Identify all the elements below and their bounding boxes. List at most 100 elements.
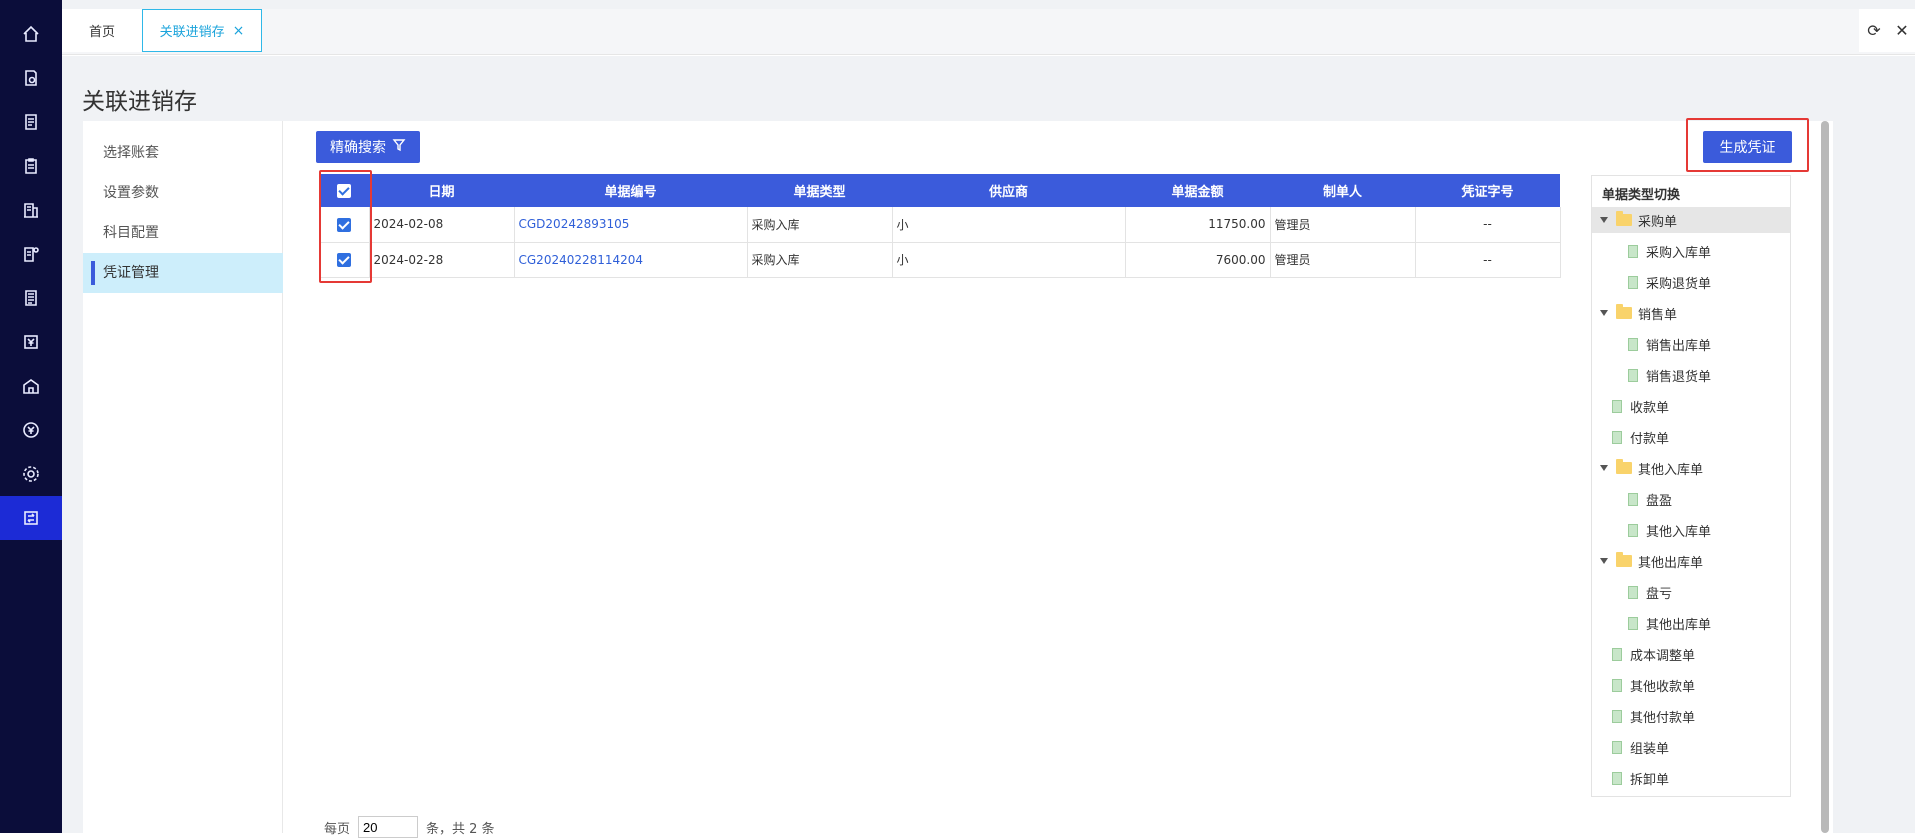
tree-node-label: 拆卸单 <box>1630 772 1670 788</box>
page-size-input[interactable] <box>358 816 419 838</box>
document-icon <box>1628 244 1638 258</box>
subnav-item-subject-config[interactable]: 科目配置 <box>83 213 283 253</box>
tree-node[interactable]: 收款单 <box>1592 393 1790 419</box>
scrollbar[interactable] <box>1821 121 1829 833</box>
expand-arrow-icon[interactable] <box>1600 558 1608 564</box>
tree-node[interactable]: 采购入库单 <box>1592 238 1790 264</box>
money-circle-icon[interactable] <box>0 408 62 452</box>
tree-node[interactable]: 其他收款单 <box>1592 672 1790 698</box>
cell-doc-no-link[interactable]: CGD20242893105 <box>514 207 748 243</box>
report-icon[interactable] <box>0 276 62 320</box>
cell-amount: 11750.00 <box>1125 207 1271 243</box>
document-icon <box>1612 647 1622 661</box>
tree-node-label: 销售单 <box>1638 307 1678 323</box>
document-search-icon[interactable] <box>0 56 62 100</box>
tree-node-label: 销售出库单 <box>1646 338 1712 354</box>
highlight-checkbox-box <box>319 170 372 283</box>
tree-node[interactable]: 付款单 <box>1592 424 1790 450</box>
close-icon[interactable]: × <box>233 23 245 39</box>
building-icon[interactable] <box>0 188 62 232</box>
tree-node[interactable]: 其他入库单 <box>1592 455 1790 481</box>
tree-node-label: 采购入库单 <box>1646 245 1712 261</box>
folder-icon <box>1616 211 1632 226</box>
tree-node[interactable]: 采购退货单 <box>1592 269 1790 295</box>
tree-node[interactable]: 成本调整单 <box>1592 641 1790 667</box>
table-row[interactable]: 2024-02-08 CGD20242893105 采购入库 小 11750.0… <box>319 207 1561 243</box>
tree-node[interactable]: 其他付款单 <box>1592 703 1790 729</box>
tree-node[interactable]: 盘盈 <box>1592 486 1790 512</box>
cell-maker: 管理员 <box>1270 242 1416 278</box>
tree-node[interactable]: 其他出库单 <box>1592 548 1790 574</box>
tree-node[interactable]: 采购单 <box>1592 207 1790 233</box>
cell-doc-type: 采购入库 <box>747 207 893 243</box>
col-doc-no: 单据编号 <box>514 174 747 207</box>
clipboard-icon[interactable] <box>0 144 62 188</box>
col-voucher-no: 凭证字号 <box>1415 174 1560 207</box>
subnav-item-settings[interactable]: 设置参数 <box>83 173 283 213</box>
cell-maker: 管理员 <box>1270 207 1416 243</box>
home-icon[interactable] <box>0 12 62 56</box>
cell-voucher-no: -- <box>1415 242 1561 278</box>
tree-node[interactable]: 拆卸单 <box>1592 765 1790 791</box>
document-icon <box>1612 399 1622 413</box>
yuan-icon[interactable] <box>0 320 62 364</box>
app-sidebar <box>0 0 62 833</box>
tree-node-label: 盘亏 <box>1646 586 1673 602</box>
transfer-icon[interactable] <box>0 496 62 540</box>
cell-doc-no-link[interactable]: CG20240228114204 <box>514 242 748 278</box>
document-icon <box>1628 368 1638 382</box>
pager-suffix: 条，共 2 条 <box>426 821 495 837</box>
tree-node[interactable]: 组装单 <box>1592 734 1790 760</box>
tree-node-label: 销售退货单 <box>1646 369 1712 385</box>
list-icon[interactable] <box>0 100 62 144</box>
refresh-icon[interactable]: ⟳ <box>1859 9 1889 52</box>
tree-node[interactable]: 销售出库单 <box>1592 331 1790 357</box>
document-icon <box>1612 430 1622 444</box>
cell-supplier: 小 <box>892 207 1126 243</box>
tree-node-label: 其他出库单 <box>1638 555 1704 571</box>
cell-date: 2024-02-08 <box>369 207 515 243</box>
tree-node-label: 采购退货单 <box>1646 276 1712 292</box>
warehouse-icon[interactable] <box>0 364 62 408</box>
tree-node[interactable]: 其他出库单 <box>1592 610 1790 636</box>
expand-arrow-icon[interactable] <box>1600 217 1608 223</box>
precise-search-label: 精确搜索 <box>330 140 386 156</box>
tree-title: 单据类型切换 <box>1602 188 1681 203</box>
expand-arrow-icon[interactable] <box>1600 465 1608 471</box>
col-date: 日期 <box>369 174 514 207</box>
tree-node-label: 收款单 <box>1630 400 1670 416</box>
sub-navigation: 选择账套 设置参数 科目配置 凭证管理 <box>83 121 283 833</box>
tree-node-label: 组装单 <box>1630 741 1670 757</box>
tree-node-label: 其他收款单 <box>1630 679 1696 695</box>
tree-node-label: 其他入库单 <box>1646 524 1712 540</box>
subnav-item-voucher-management[interactable]: 凭证管理 <box>83 253 283 293</box>
voucher-table: 日期 单据编号 单据类型 供应商 单据金额 制单人 凭证字号 2024-02-0… <box>319 174 1561 278</box>
document-icon <box>1628 492 1638 506</box>
subnav-item-select-account[interactable]: 选择账套 <box>83 133 283 173</box>
tab-linked-inventory[interactable]: 关联进销存 × <box>142 9 262 52</box>
document-icon <box>1612 771 1622 785</box>
tree-node[interactable]: 销售退货单 <box>1592 362 1790 388</box>
page-title: 关联进销存 <box>82 89 197 115</box>
close-window-icon[interactable]: ✕ <box>1889 9 1915 52</box>
table-row[interactable]: 2024-02-28 CG20240228114204 采购入库 小 7600.… <box>319 242 1561 278</box>
settings-icon[interactable] <box>0 452 62 496</box>
document-icon <box>1612 709 1622 723</box>
tree-node-label: 采购单 <box>1638 214 1678 230</box>
col-doc-type: 单据类型 <box>747 174 892 207</box>
tree-node-label: 成本调整单 <box>1630 648 1696 664</box>
document-edit-icon[interactable] <box>0 232 62 276</box>
expand-arrow-icon[interactable] <box>1600 310 1608 316</box>
folder-icon <box>1616 304 1632 319</box>
document-icon <box>1612 740 1622 754</box>
precise-search-button[interactable]: 精确搜索 <box>316 131 420 163</box>
tab-home-label: 首页 <box>88 25 115 40</box>
document-icon <box>1628 275 1638 289</box>
tree-node[interactable]: 销售单 <box>1592 300 1790 326</box>
tree-node-label: 其他入库单 <box>1638 462 1704 478</box>
tab-home[interactable]: 首页 <box>62 9 142 52</box>
tree-node[interactable]: 盘亏 <box>1592 579 1790 605</box>
tree-node[interactable]: 其他入库单 <box>1592 517 1790 543</box>
highlight-generate-box <box>1686 118 1809 172</box>
col-supplier: 供应商 <box>892 174 1125 207</box>
